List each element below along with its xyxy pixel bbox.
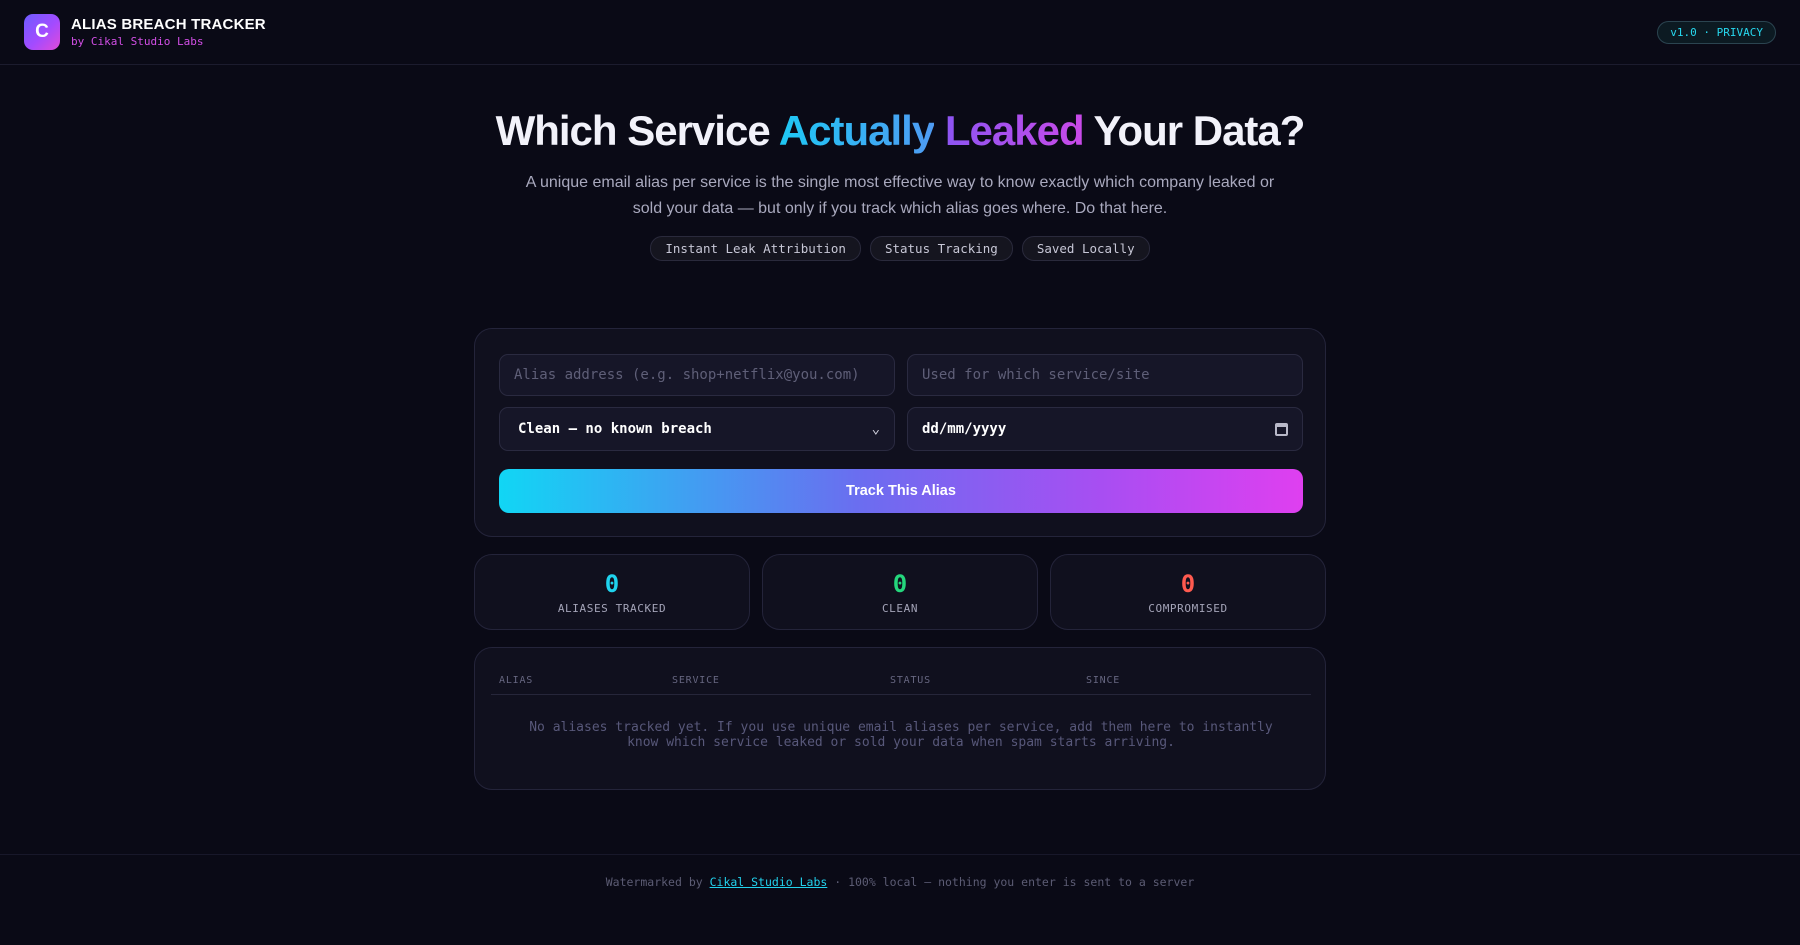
stat-compromised: 0 COMPROMISED bbox=[1050, 554, 1326, 630]
status-select[interactable]: Clean — no known breach ⌄ bbox=[499, 407, 895, 451]
app-header: C ALIAS BREACH TRACKER by Cikal Studio L… bbox=[0, 0, 1800, 65]
alias-address-input[interactable]: Alias address (e.g. shop+netflix@you.com… bbox=[499, 354, 895, 396]
stat-clean: 0 CLEAN bbox=[762, 554, 1038, 630]
stat-value: 0 bbox=[1180, 570, 1196, 598]
footer-suffix: · 100% local — nothing you enter is sent… bbox=[827, 875, 1195, 889]
footer-studio-link[interactable]: Cikal Studio Labs bbox=[710, 875, 828, 889]
service-input[interactable]: Used for which service/site bbox=[907, 354, 1303, 396]
title-highlight-actually: Actually bbox=[778, 107, 935, 154]
title-highlight-leaked: Leaked bbox=[944, 107, 1085, 154]
feature-chip: Saved Locally bbox=[1021, 236, 1150, 261]
stat-label: CLEAN bbox=[881, 602, 919, 615]
status-select-value: Clean — no known breach bbox=[518, 421, 712, 437]
title-part-2: Your Data? bbox=[1083, 107, 1306, 154]
feature-chip: Status Tracking bbox=[869, 236, 1013, 261]
stat-label: ALIASES TRACKED bbox=[557, 602, 667, 615]
feature-chips: Instant Leak Attribution Status Tracking… bbox=[0, 236, 1800, 261]
hero-section: Which Service Actually Leaked Your Data?… bbox=[0, 106, 1800, 261]
page-title: Which Service Actually Leaked Your Data? bbox=[0, 106, 1800, 156]
footer-prefix: Watermarked by bbox=[605, 875, 710, 889]
add-alias-form: Alias address (e.g. shop+netflix@you.com… bbox=[474, 328, 1326, 537]
page-footer: Watermarked by Cikal Studio Labs · 100% … bbox=[0, 854, 1800, 945]
stat-label: COMPROMISED bbox=[1148, 602, 1228, 615]
app-subtitle: by Cikal Studio Labs bbox=[71, 35, 204, 48]
app-title: ALIAS BREACH TRACKER bbox=[71, 16, 266, 33]
stat-aliases-tracked: 0 ALIASES TRACKED bbox=[474, 554, 750, 630]
column-header-alias[interactable]: ALIAS bbox=[499, 675, 533, 686]
date-value: dd/mm/yyyy bbox=[922, 421, 1007, 437]
brand[interactable]: C ALIAS BREACH TRACKER by Cikal Studio L… bbox=[24, 14, 266, 50]
stat-value: 0 bbox=[892, 570, 908, 598]
hero-description: A unique email alias per service is the … bbox=[525, 174, 1275, 217]
feature-chip: Instant Leak Attribution bbox=[650, 236, 861, 261]
empty-state-message: No aliases tracked yet. If you use uniqu… bbox=[529, 720, 1273, 750]
brand-text: ALIAS BREACH TRACKER by Cikal Studio Lab… bbox=[71, 16, 266, 48]
column-header-status[interactable]: STATUS bbox=[890, 675, 931, 686]
version-badge: v1.0 · PRIVACY bbox=[1657, 20, 1776, 44]
chevron-down-icon: ⌄ bbox=[871, 421, 880, 437]
since-date-input[interactable]: dd/mm/yyyy bbox=[907, 407, 1303, 451]
column-header-since[interactable]: SINCE bbox=[1086, 675, 1120, 686]
column-header-service[interactable]: SERVICE bbox=[672, 675, 720, 686]
calendar-icon[interactable] bbox=[1275, 422, 1288, 436]
title-part-1: Which Service bbox=[495, 107, 779, 154]
table-header: ALIAS SERVICE STATUS SINCE bbox=[491, 675, 1311, 695]
app-logo-icon: C bbox=[24, 14, 60, 50]
track-alias-button[interactable]: Track This Alias bbox=[499, 469, 1303, 513]
alias-table: ALIAS SERVICE STATUS SINCE No aliases tr… bbox=[474, 647, 1326, 790]
footer-text: Watermarked by Cikal Studio Labs · 100% … bbox=[0, 875, 1800, 889]
stat-value: 0 bbox=[604, 570, 620, 598]
